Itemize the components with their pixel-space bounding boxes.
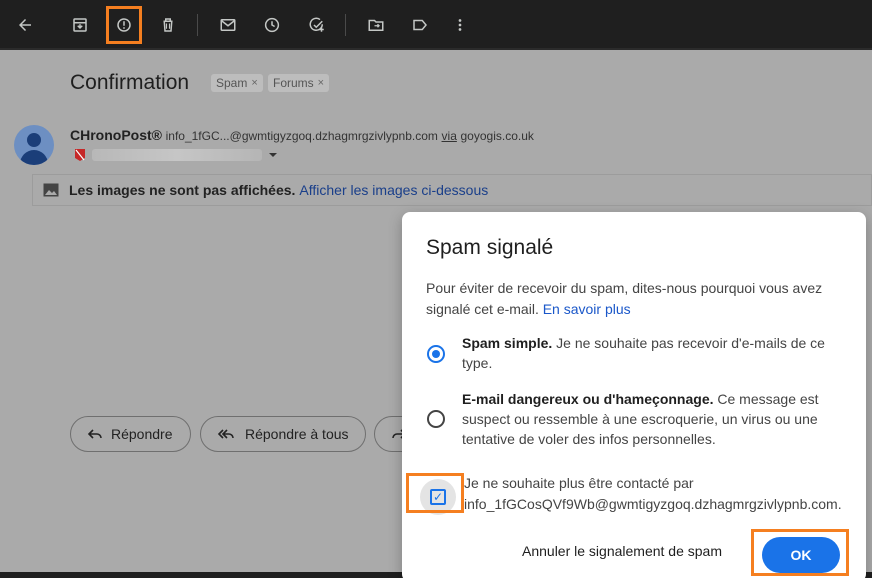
back-arrow-icon[interactable]: [10, 10, 40, 40]
image-icon: [43, 183, 59, 197]
via-label[interactable]: via: [442, 129, 457, 143]
reply-icon: [87, 429, 102, 439]
recipient-redacted: [92, 149, 262, 161]
reply-all-label: Répondre à tous: [245, 426, 349, 442]
ok-button-highlight: [751, 529, 849, 576]
label-chip-name: Forums: [273, 76, 314, 90]
chevron-down-icon[interactable]: [268, 152, 278, 158]
option-phishing[interactable]: E-mail dangereux ou d'hameçonnage. Ce me…: [462, 389, 842, 449]
option-spam-simple-title: Spam simple.: [462, 335, 553, 351]
label-chip-name: Spam: [216, 76, 248, 90]
email-subject: Confirmation: [70, 71, 190, 94]
reply-label: Répondre: [111, 426, 173, 442]
option-spam-simple[interactable]: Spam simple. Je ne souhaite pas recevoir…: [462, 333, 842, 373]
images-hidden-notice: Les images ne sont pas affichées. Affich…: [32, 174, 872, 206]
add-task-icon[interactable]: [302, 10, 332, 40]
via-domain: goyogis.co.uk: [460, 129, 534, 143]
sender-name[interactable]: CHronoPost®: [70, 127, 162, 143]
radio-spam-simple[interactable]: [427, 345, 445, 363]
show-images-link[interactable]: Afficher les images ci-dessous: [299, 182, 488, 198]
dialog-description: Pour éviter de recevoir du spam, dites-n…: [426, 278, 846, 320]
sender-address: info_1fGC...@gwmtigyzgoq.dzhagmrgzivlypn…: [165, 129, 438, 143]
dialog-title: Spam signalé: [426, 236, 554, 259]
reply-all-button[interactable]: Répondre à tous: [200, 416, 366, 452]
archive-icon[interactable]: [65, 10, 95, 40]
radio-phishing[interactable]: [427, 410, 445, 428]
reply-button[interactable]: Répondre: [70, 416, 191, 452]
learn-more-link[interactable]: En savoir plus: [543, 301, 631, 317]
remove-label-icon[interactable]: ×: [318, 77, 324, 89]
remove-label-icon[interactable]: ×: [251, 77, 257, 89]
security-warning-icon: [75, 149, 85, 161]
delete-icon[interactable]: [153, 10, 183, 40]
reply-all-icon: [217, 429, 234, 439]
cancel-report-button[interactable]: Annuler le signalement de spam: [522, 543, 722, 559]
more-icon[interactable]: [445, 10, 475, 40]
option-phishing-title: E-mail dangereux ou d'hameçonnage.: [462, 391, 714, 407]
toolbar-divider: [345, 14, 346, 36]
toolbar-divider: [197, 14, 198, 36]
mark-unread-icon[interactable]: [213, 10, 243, 40]
recipient-line: [74, 148, 278, 162]
sender-line: CHronoPost® info_1fGC...@gwmtigyzgoq.dzh…: [70, 127, 534, 143]
spam-button-highlight: [106, 6, 142, 44]
move-to-icon[interactable]: [361, 10, 391, 40]
images-notice-text: Les images ne sont pas affichées.: [69, 182, 296, 198]
snooze-icon[interactable]: [257, 10, 287, 40]
toolbar: [0, 0, 872, 50]
checkbox-highlight: [406, 473, 464, 513]
label-chip-forums[interactable]: Forums ×: [268, 74, 330, 92]
label-chip-spam[interactable]: Spam ×: [211, 74, 263, 92]
label-icon[interactable]: [405, 10, 435, 40]
unsubscribe-label: Je ne souhaite plus être contacté par in…: [464, 475, 842, 512]
sender-avatar[interactable]: [14, 125, 54, 165]
spam-report-dialog: Spam signalé Pour éviter de recevoir du …: [402, 212, 866, 578]
